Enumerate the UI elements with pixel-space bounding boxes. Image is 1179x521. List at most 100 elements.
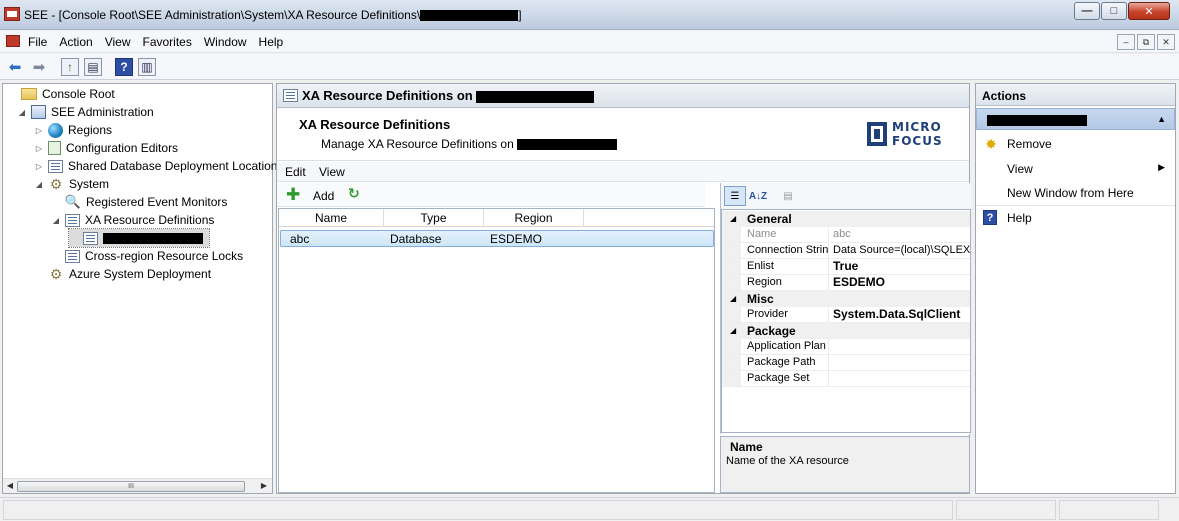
up-folder-icon[interactable]: ↑ (61, 58, 79, 76)
app-icon[interactable] (4, 7, 20, 21)
expand-arrow-icon[interactable]: ▷ (34, 126, 44, 135)
action-remove[interactable]: ✸ Remove (976, 133, 1175, 155)
tree-item-label: Configuration Editors (66, 141, 179, 155)
tree-item-see-administration[interactable]: ◢ SEE Administration (17, 103, 154, 121)
property-value: abc (830, 227, 970, 243)
maximize-button[interactable]: □ (1101, 2, 1127, 20)
property-row-region[interactable]: Region ESDEMO (722, 275, 970, 291)
scroll-left-icon[interactable]: ◀ (4, 481, 16, 492)
property-row-connection-string[interactable]: Connection String Data Source=(local)\SQ… (722, 243, 970, 259)
help-icon[interactable]: ? (115, 58, 133, 76)
property-row-name[interactable]: Name abc (722, 227, 970, 243)
property-row-provider[interactable]: Provider System.Data.SqlClient (722, 307, 970, 323)
category-package[interactable]: ◢ Package (722, 323, 970, 339)
menu-help[interactable]: Help (259, 35, 292, 49)
collapse-arrow-icon[interactable]: ◢ (34, 180, 44, 189)
property-value[interactable]: Data Source=(local)\SQLEXPRESS (830, 243, 970, 259)
results-pane-header: XA Resource Definitions on (277, 84, 969, 108)
collapse-arrow-icon[interactable]: ◢ (51, 216, 61, 225)
folder-icon (21, 88, 37, 100)
tree-item-shared-database-deployment[interactable]: ▷ Shared Database Deployment Location (34, 157, 278, 175)
collapse-arrow-icon[interactable]: ◢ (730, 294, 736, 303)
child-minimize-button[interactable]: – (1117, 34, 1135, 50)
tree-item-system[interactable]: ◢ ⚙ System (34, 175, 109, 193)
menu-edit[interactable]: Edit (285, 165, 306, 179)
category-misc[interactable]: ◢ Misc (722, 291, 970, 307)
scroll-thumb[interactable]: III (17, 481, 245, 492)
back-arrow-icon[interactable]: ⬅ (6, 58, 24, 76)
tree-item-xa-resource-definitions[interactable]: ◢ XA Resource Definitions (51, 211, 214, 229)
scroll-right-icon[interactable]: ▶ (258, 481, 270, 492)
property-row-package-path[interactable]: Package Path (722, 355, 970, 371)
tree-item-label: System (69, 177, 110, 191)
menu-view[interactable]: View (105, 35, 139, 49)
property-row-package-set[interactable]: Package Set (722, 371, 970, 387)
actions-section-header[interactable]: ▲ (976, 108, 1175, 130)
categorized-view-icon[interactable]: ☰ (724, 186, 746, 206)
show-hide-tree-icon[interactable]: ▤ (84, 58, 102, 76)
expand-arrow-icon[interactable]: ▷ (34, 144, 44, 153)
child-restore-button[interactable]: ⧉ (1137, 34, 1155, 50)
column-header-region[interactable]: Region (484, 209, 584, 227)
collapse-arrow-icon[interactable]: ◢ (17, 108, 27, 117)
gear-icon: ⚙ (49, 175, 63, 192)
actions-pane: Actions ▲ ✸ Remove View ▶ New Window fro… (975, 83, 1176, 494)
property-row-application-plan[interactable]: Application Plan (722, 339, 970, 355)
results-menu-bar: Edit View (277, 162, 969, 182)
property-pages-icon[interactable]: ▤ (777, 186, 799, 206)
menu-action[interactable]: Action (59, 35, 100, 49)
window-title: SEE - [Console Root\SEE Administration\S… (24, 8, 522, 22)
redacted-text (517, 139, 618, 151)
category-general[interactable]: ◢ General (722, 211, 970, 227)
divider (976, 205, 1175, 206)
list-icon (65, 213, 80, 227)
menu-favorites[interactable]: Favorites (143, 35, 200, 49)
tree-item-azure-system-deployment[interactable]: ⚙ Azure System Deployment (34, 265, 211, 283)
tree-item-registered-event-monitors[interactable]: 🔍 Registered Event Monitors (51, 193, 228, 211)
action-help[interactable]: ? Help (976, 207, 1175, 229)
status-segment (1059, 500, 1159, 520)
menu-window[interactable]: Window (204, 35, 255, 49)
property-row-enlist[interactable]: Enlist True (722, 259, 970, 275)
forward-arrow-icon[interactable]: ➡ (30, 58, 48, 76)
window-title-text: SEE - [Console Root\SEE Administration\S… (24, 8, 421, 22)
tree-item-regions[interactable]: ▷ Regions (34, 121, 112, 139)
title-bar: SEE - [Console Root\SEE Administration\S… (0, 0, 1179, 30)
collapse-arrow-icon[interactable]: ◢ (730, 214, 736, 223)
action-view[interactable]: View ▶ (976, 158, 1175, 180)
property-value[interactable] (830, 371, 970, 387)
refresh-icon[interactable]: ↻ (348, 185, 360, 202)
minimize-button[interactable]: — (1074, 2, 1100, 20)
table-row[interactable]: abc Database ESDEMO (280, 230, 714, 247)
tree-item-selected-server[interactable] (68, 228, 210, 248)
property-value[interactable]: True (830, 259, 970, 275)
add-icon[interactable]: ✚ (286, 185, 300, 205)
console-icon[interactable] (6, 35, 20, 47)
action-label: Help (1007, 211, 1032, 225)
expand-arrow-icon[interactable]: ▷ (34, 162, 44, 171)
alphabetical-sort-icon[interactable]: A↓Z (747, 186, 769, 206)
action-label: New Window from Here (1007, 186, 1134, 200)
property-value[interactable]: System.Data.SqlClient (830, 307, 970, 323)
property-value[interactable] (830, 339, 970, 355)
property-value[interactable] (830, 355, 970, 371)
column-header-type[interactable]: Type (384, 209, 484, 227)
add-button[interactable]: Add (313, 189, 334, 203)
child-close-button[interactable]: ✕ (1157, 34, 1175, 50)
menu-view[interactable]: View (319, 165, 345, 179)
tree-item-console-root[interactable]: Console Root (7, 85, 115, 103)
collapse-arrow-icon[interactable]: ◢ (730, 326, 736, 335)
action-new-window-from-here[interactable]: New Window from Here (976, 182, 1175, 204)
category-label: General (747, 212, 792, 226)
gear-icon: ⚙ (49, 265, 63, 282)
tree-item-configuration-editors[interactable]: ▷ Configuration Editors (34, 139, 178, 157)
tree-horizontal-scrollbar[interactable]: ◀ III ▶ (3, 478, 272, 493)
window-title-end: ] (518, 8, 522, 22)
tree-item-cross-region-resource-locks[interactable]: Cross-region Resource Locks (51, 247, 243, 265)
column-header-name[interactable]: Name (279, 209, 384, 227)
show-action-pane-icon[interactable]: ▥ (138, 58, 156, 76)
collapse-icon[interactable]: ▲ (1157, 114, 1166, 124)
property-value[interactable]: ESDEMO (830, 275, 970, 291)
menu-file[interactable]: File (28, 35, 55, 49)
close-button[interactable]: ✕ (1128, 2, 1170, 20)
